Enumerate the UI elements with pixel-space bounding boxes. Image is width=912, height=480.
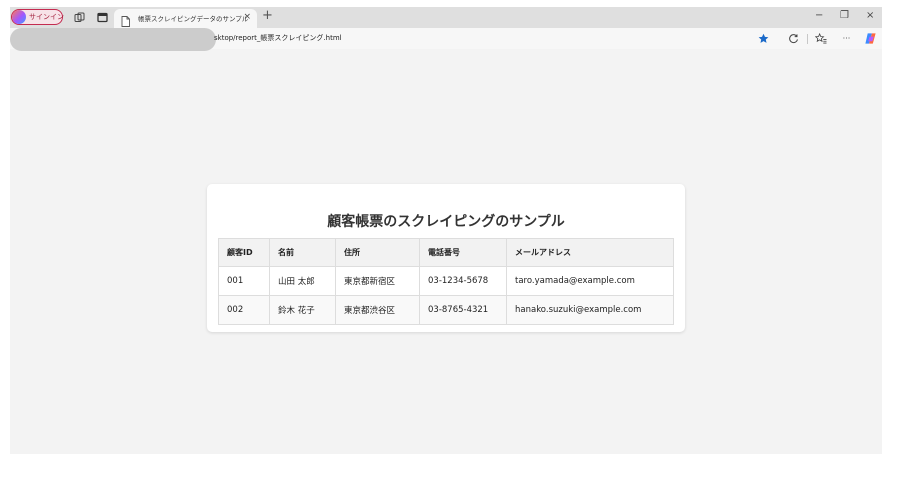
cell-phone: 03-8765-4321 xyxy=(419,295,507,325)
profile-avatar-icon xyxy=(12,10,26,24)
restore-button[interactable]: ❐ xyxy=(840,10,849,22)
toolbar-divider xyxy=(807,34,808,44)
favorites-icon[interactable] xyxy=(814,32,827,45)
workspaces-icon[interactable] xyxy=(72,10,86,24)
cell-email: hanako.suzuki@example.com xyxy=(506,295,674,325)
favorite-star-icon[interactable] xyxy=(757,32,770,45)
table-row: 002 鈴木 花子 東京都渋谷区 03-8765-4321 hanako.suz… xyxy=(218,295,674,325)
report-card: 顧客帳票のスクレイピングのサンプル 顧客ID 名前 住所 電話番号 メールアドレ… xyxy=(207,184,685,332)
column-header-name: 名前 xyxy=(269,238,336,267)
cell-address: 東京都渋谷区 xyxy=(335,295,420,325)
new-tab-button[interactable]: + xyxy=(262,9,273,23)
address-bar-redaction xyxy=(10,28,216,51)
cell-phone: 03-1234-5678 xyxy=(419,266,507,296)
cell-address: 東京都新宿区 xyxy=(335,266,420,296)
table-header-row: 顧客ID 名前 住所 電話番号 メールアドレス xyxy=(218,238,674,267)
signin-label: サインイン xyxy=(29,13,64,21)
copilot-icon[interactable] xyxy=(864,32,877,45)
tab-title: 帳票スクレイピングデータのサンプル xyxy=(138,15,249,23)
cell-id: 002 xyxy=(218,295,270,325)
close-window-button[interactable]: × xyxy=(866,10,874,22)
column-header-address: 住所 xyxy=(335,238,420,267)
cell-name: 鈴木 花子 xyxy=(269,295,336,325)
tab-actions-icon[interactable] xyxy=(95,10,109,24)
cell-name: 山田 太郎 xyxy=(269,266,336,296)
signin-button[interactable]: サインイン xyxy=(11,9,64,25)
browser-essentials-icon[interactable] xyxy=(787,32,800,45)
browser-window: サインイン 帳票スクレイピングデータのサンプル × + − ❐ × sktop/… xyxy=(10,7,882,454)
cell-id: 001 xyxy=(218,266,270,296)
tab-close-button[interactable]: × xyxy=(243,12,251,22)
table-row: 001 山田 太郎 東京都新宿区 03-1234-5678 taro.yamad… xyxy=(218,266,674,296)
customer-table: 顧客ID 名前 住所 電話番号 メールアドレス 001 山田 太郎 東京都新宿区… xyxy=(218,238,674,325)
column-header-id: 顧客ID xyxy=(218,238,270,267)
more-menu-icon[interactable]: ··· xyxy=(840,32,853,45)
page-title: 顧客帳票のスクレイピングのサンプル xyxy=(327,214,565,230)
cell-email: taro.yamada@example.com xyxy=(506,266,674,296)
minimize-button[interactable]: − xyxy=(815,10,823,22)
column-header-email: メールアドレス xyxy=(506,238,674,267)
toolbar: sktop/report_帳票スクレイピング.html ··· xyxy=(10,28,882,51)
tab-bar: サインイン 帳票スクレイピングデータのサンプル × + − ❐ × xyxy=(10,7,882,28)
column-header-phone: 電話番号 xyxy=(419,238,507,267)
tab-active[interactable]: 帳票スクレイピングデータのサンプル × xyxy=(114,9,257,28)
address-bar-text[interactable]: sktop/report_帳票スクレイピング.html xyxy=(214,33,342,43)
